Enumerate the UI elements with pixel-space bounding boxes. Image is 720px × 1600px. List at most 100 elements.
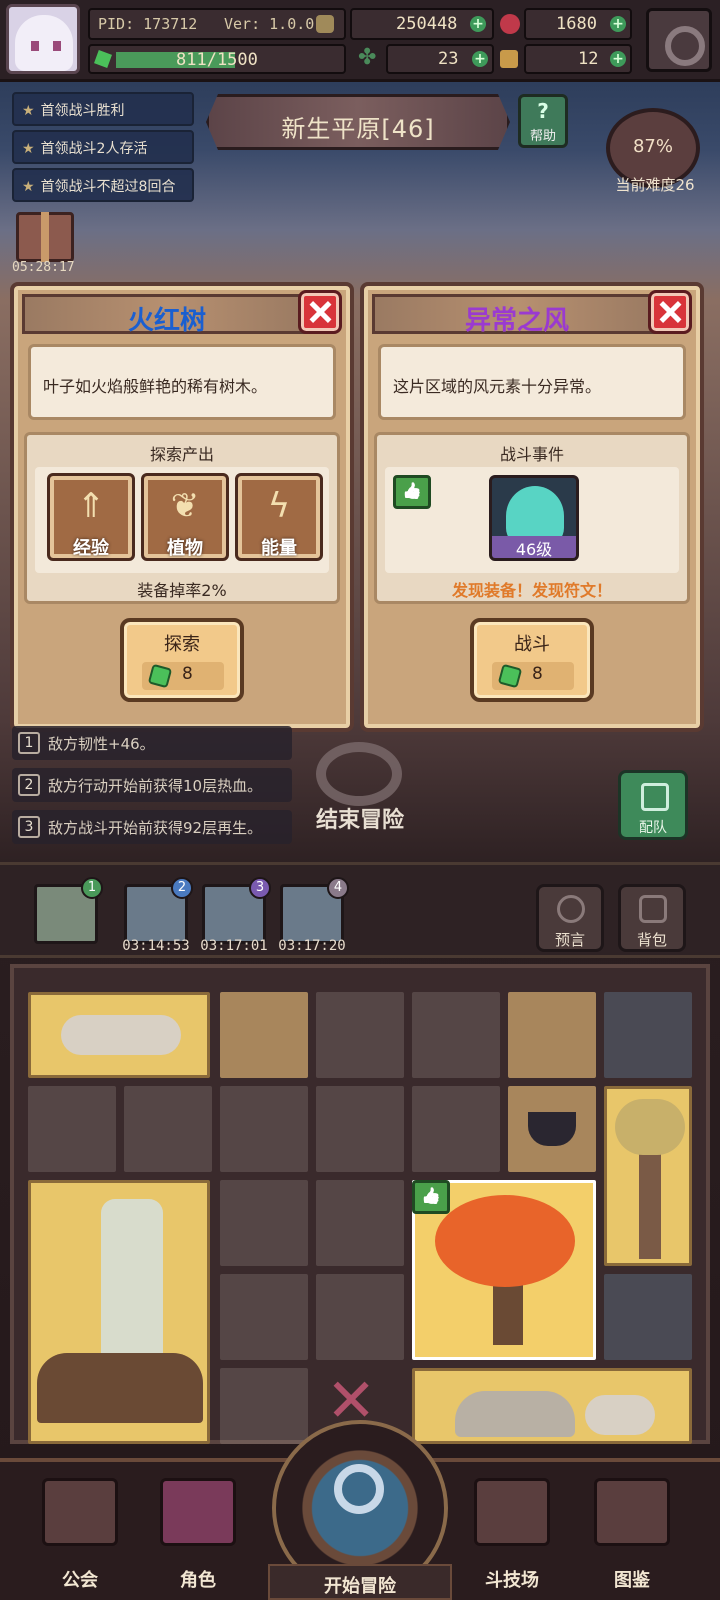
explore-label: 探索 [164,634,200,655]
monolith-icon [101,1199,163,1379]
end-adventure-button[interactable]: 结束冒险 [306,742,414,833]
enemy-effect-item: 3 敌方战斗开始前获得92层再生。 [12,810,292,844]
team-setup-button[interactable]: 配队 [618,770,688,840]
star-icon: ★ [22,179,35,195]
key-bar: 12 + [524,44,632,74]
map-tile-empty[interactable] [412,992,500,1078]
gold-bar: 250448 + [350,8,494,40]
energy-resource[interactable]: ϟ 能量 [235,473,323,561]
skull-icon [585,1395,655,1435]
enemy-portrait[interactable]: 46级 [489,475,579,561]
tree-trunk-icon [639,1149,661,1259]
map-tile-empty[interactable] [220,1086,308,1172]
gem-bar: 1680 + [524,8,632,40]
gold-amount: 250448 [396,14,458,34]
star-icon: ★ [22,103,35,119]
resource-label: 植物 [167,538,203,559]
team-label: 配队 [639,820,667,836]
close-icon[interactable] [648,290,692,334]
map-tile-empty[interactable] [316,992,404,1078]
map-tile-tree[interactable] [604,1086,692,1266]
map-tile-rock[interactable] [220,992,308,1078]
help-button[interactable]: ? 帮助 [518,94,568,148]
experience-resource[interactable]: ⇑ 经验 [47,473,135,561]
cost-box: 8 [492,662,574,690]
quest-label: 首领战斗不超过8回合 [40,179,176,195]
difficulty-label: 当前难度26 [615,176,695,194]
backpack-icon [639,895,667,923]
clover-add-icon[interactable]: + [472,51,488,67]
backpack-button[interactable]: 背包 [618,884,686,952]
map-tile-boulders[interactable] [412,1368,692,1444]
squad-badge: 2 [171,877,193,899]
nav-label: 公会 [62,1570,98,1591]
squad-badge: 1 [81,877,103,899]
drop-rate: 装备掉率2% [137,581,227,600]
quest-item[interactable]: ★ 首领战斗胜利 [12,92,194,126]
panel-title: 战斗事件 [499,445,564,464]
lightning-icon: ϟ [267,486,291,526]
map-tile-empty[interactable] [412,1086,500,1172]
map-tile-empty[interactable] [124,1086,212,1172]
squad-strip [0,862,720,958]
clover-bar: 23 + [386,44,494,74]
map-tile-empty[interactable] [316,1180,404,1266]
map-tile-fog [604,1274,692,1360]
location-banner: 新生平原[46] [206,94,510,150]
quest-label: 首领战斗胜利 [40,103,125,119]
nav-codex[interactable]: 图鉴 [584,1470,680,1591]
settings-gear-icon[interactable] [646,8,712,72]
squad-timer: 03:14:53 [122,938,190,954]
key-add-icon[interactable]: + [610,51,626,67]
clover-amount: 23 [438,49,459,69]
nav-character[interactable]: 角色 [150,1470,246,1591]
player-avatar[interactable] [6,4,80,74]
crystal-ball-icon [557,895,585,923]
card-title: 异常之风 [464,306,569,336]
ruby-icon [500,14,520,34]
chest-timer: 05:28:17 [12,260,75,275]
map-tile-empty[interactable] [220,1274,308,1360]
close-icon[interactable] [298,290,342,334]
enemy-effect-item: 1 敌方韧性+46。 [12,726,292,760]
squad-slot[interactable]: 4 [280,877,349,944]
card-description: 叶子如火焰般鲜艳的稀有树木。 [28,344,336,420]
cost-amount: 8 [532,664,543,684]
prophecy-button[interactable]: 预言 [536,884,604,952]
map-tile-empty[interactable] [316,1086,404,1172]
location-name: 新生平原[46] [281,115,435,143]
map-tile-skull[interactable] [28,992,210,1078]
quest-item[interactable]: ★ 首领战斗2人存活 [12,130,194,164]
map-tile-empty[interactable] [316,1274,404,1360]
effect-text: 敌方行动开始前获得10层热血。 [48,777,263,795]
quest-item[interactable]: ★ 首领战斗不超过8回合 [12,168,194,202]
gem-add-icon[interactable]: + [610,16,626,32]
treasure-chest-icon[interactable] [16,212,74,262]
nav-arena[interactable]: 斗技场 [464,1470,560,1591]
fight-button[interactable]: 战斗 8 [470,618,594,702]
map-tile-empty[interactable] [28,1086,116,1172]
tree-crown-icon [615,1099,685,1155]
crossed-swords-icon [474,1478,550,1546]
gem-amount: 1680 [556,14,597,34]
avatar-eye [53,41,61,51]
explore-button[interactable]: 探索 8 [120,618,244,702]
map-tile-empty[interactable] [220,1180,308,1266]
squad-slot[interactable]: 1 [34,877,103,944]
squad-slot[interactable]: 3 [202,877,271,944]
gold-add-icon[interactable]: + [470,16,486,32]
plant-resource[interactable]: ❦ 植物 [141,473,229,561]
start-adventure-button[interactable]: 开始冒险 [268,1420,452,1600]
nav-label: 角色 [180,1570,216,1591]
nav-guild[interactable]: 公会 [32,1470,128,1591]
thumbs-up-icon [393,475,431,509]
squad-slot[interactable]: 2 [124,877,193,944]
cauldron-icon [528,1112,576,1146]
map-tile-stump[interactable] [508,992,596,1078]
effect-number: 2 [18,774,40,796]
nav-label: 斗技场 [485,1570,539,1591]
character-icon [160,1478,236,1546]
map-tile-monolith[interactable] [28,1180,210,1444]
map-tile-cauldron[interactable] [508,1086,596,1172]
leaf-icon: ❦ [170,486,200,526]
